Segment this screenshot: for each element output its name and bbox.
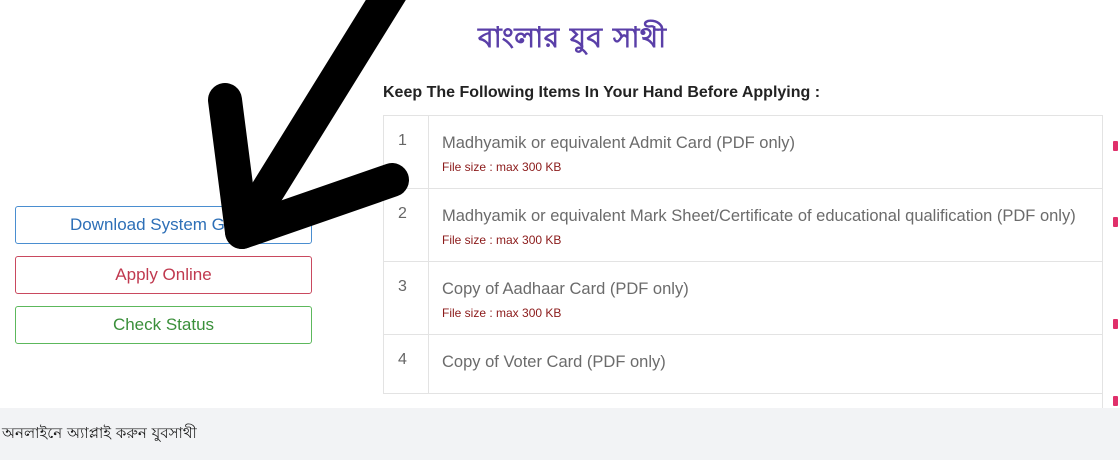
item-name: Madhyamik or equivalent Admit Card (PDF … bbox=[442, 134, 796, 152]
apply-online-button[interactable]: Apply Online bbox=[15, 256, 312, 294]
caption-text: অনলাইনে অ্যাপ্লাই করুন যুবসাথী bbox=[2, 423, 197, 442]
row-marker-icon bbox=[1113, 396, 1118, 406]
row-marker-icon bbox=[1113, 141, 1118, 151]
table-row: 3 Copy of Aadhaar Card (PDF only) File s… bbox=[383, 261, 1103, 335]
row-marker-icon bbox=[1113, 217, 1118, 227]
item-file-size: File size : max 300 KB bbox=[442, 160, 562, 174]
item-file-size: File size : max 300 KB bbox=[442, 306, 562, 320]
item-name: Copy of Voter Card (PDF only) bbox=[442, 353, 666, 371]
row-marker-icon bbox=[1113, 319, 1118, 329]
item-description: Copy of Voter Card (PDF only) bbox=[428, 334, 1103, 394]
table-row: 2 Madhyamik or equivalent Mark Sheet/Cer… bbox=[383, 188, 1103, 262]
download-system-guide-button[interactable]: Download System Guide bbox=[15, 206, 312, 244]
side-button-group: Download System Guide Apply Online Check… bbox=[15, 206, 312, 356]
page: বাংলার যুব সাথী Download System Guide Ap… bbox=[0, 0, 1120, 463]
item-description: Copy of Aadhaar Card (PDF only) File siz… bbox=[428, 261, 1103, 335]
item-number: 4 bbox=[383, 334, 429, 394]
required-items-table: 1 Madhyamik or equivalent Admit Card (PD… bbox=[383, 115, 1103, 394]
item-number: 1 bbox=[383, 115, 429, 189]
item-file-size: File size : max 300 KB bbox=[442, 233, 562, 247]
check-status-button[interactable]: Check Status bbox=[15, 306, 312, 344]
table-row: 4 Copy of Voter Card (PDF only) bbox=[383, 334, 1103, 394]
table-row: 1 Madhyamik or equivalent Admit Card (PD… bbox=[383, 115, 1103, 189]
item-description: Madhyamik or equivalent Admit Card (PDF … bbox=[428, 115, 1103, 189]
items-heading: Keep The Following Items In Your Hand Be… bbox=[383, 84, 821, 101]
item-name: Copy of Aadhaar Card (PDF only) bbox=[442, 280, 689, 298]
caption-bar: অনলাইনে অ্যাপ্লাই করুন যুবসাথী bbox=[0, 408, 1120, 460]
table-right-border bbox=[1102, 115, 1103, 410]
item-name: Madhyamik or equivalent Mark Sheet/Certi… bbox=[442, 207, 1076, 225]
item-description: Madhyamik or equivalent Mark Sheet/Certi… bbox=[428, 188, 1103, 262]
item-number: 3 bbox=[383, 261, 429, 335]
item-number: 2 bbox=[383, 188, 429, 262]
site-title: বাংলার যুব সাথী bbox=[478, 21, 667, 54]
